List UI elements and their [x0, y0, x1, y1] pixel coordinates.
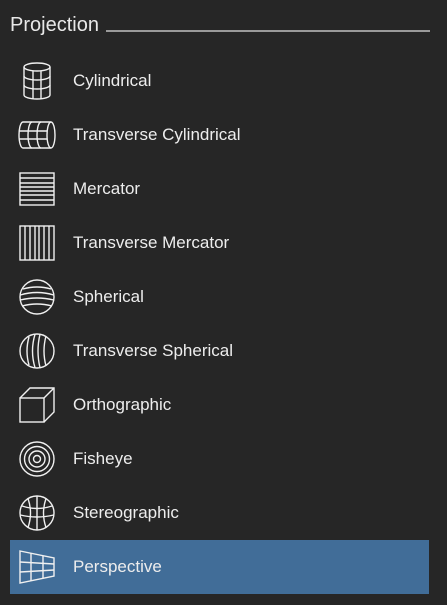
panel-header: Projection: [10, 10, 430, 40]
projection-item-transverse-mercator[interactable]: Transverse Mercator: [10, 216, 429, 270]
item-label: Transverse Spherical: [73, 341, 233, 360]
item-label: Orthographic: [73, 395, 172, 414]
item-label: Transverse Mercator: [73, 233, 230, 252]
cube-icon: [16, 384, 58, 426]
projection-item-fisheye[interactable]: Fisheye: [10, 432, 429, 486]
item-label: Stereographic: [73, 503, 179, 522]
projection-panel: Projection Cylindrical Transverse Cylind…: [0, 0, 447, 605]
perspective-icon: [16, 546, 58, 588]
item-label: Spherical: [73, 287, 144, 306]
projection-item-mercator[interactable]: Mercator: [10, 162, 429, 216]
projection-item-orthographic[interactable]: Orthographic: [10, 378, 429, 432]
item-label: Cylindrical: [73, 71, 152, 90]
fisheye-icon: [16, 438, 58, 480]
projection-item-transverse-cylindrical[interactable]: Transverse Cylindrical: [10, 108, 429, 162]
mercator-icon: [16, 168, 58, 210]
projection-item-perspective[interactable]: Perspective: [10, 540, 429, 594]
transverse-mercator-icon: [16, 222, 58, 264]
stereographic-icon: [16, 492, 58, 534]
panel-title: Projection: [10, 14, 99, 36]
projection-item-stereographic[interactable]: Stereographic: [10, 486, 429, 540]
projection-item-cylindrical[interactable]: Cylindrical: [10, 54, 429, 108]
projection-item-transverse-spherical[interactable]: Transverse Spherical: [10, 324, 429, 378]
cylinder-icon: [16, 60, 58, 102]
projection-item-spherical[interactable]: Spherical: [10, 270, 429, 324]
item-label: Fisheye: [73, 449, 133, 468]
projection-list: Cylindrical Transverse Cylindrical Merca…: [10, 54, 429, 594]
sphere-icon: [16, 276, 58, 318]
item-label: Mercator: [73, 179, 141, 198]
item-label: Transverse Cylindrical: [73, 125, 241, 144]
item-label: Perspective: [73, 557, 162, 576]
transverse-cylinder-icon: [16, 114, 58, 156]
header-divider: [105, 30, 430, 32]
transverse-sphere-icon: [16, 330, 58, 372]
